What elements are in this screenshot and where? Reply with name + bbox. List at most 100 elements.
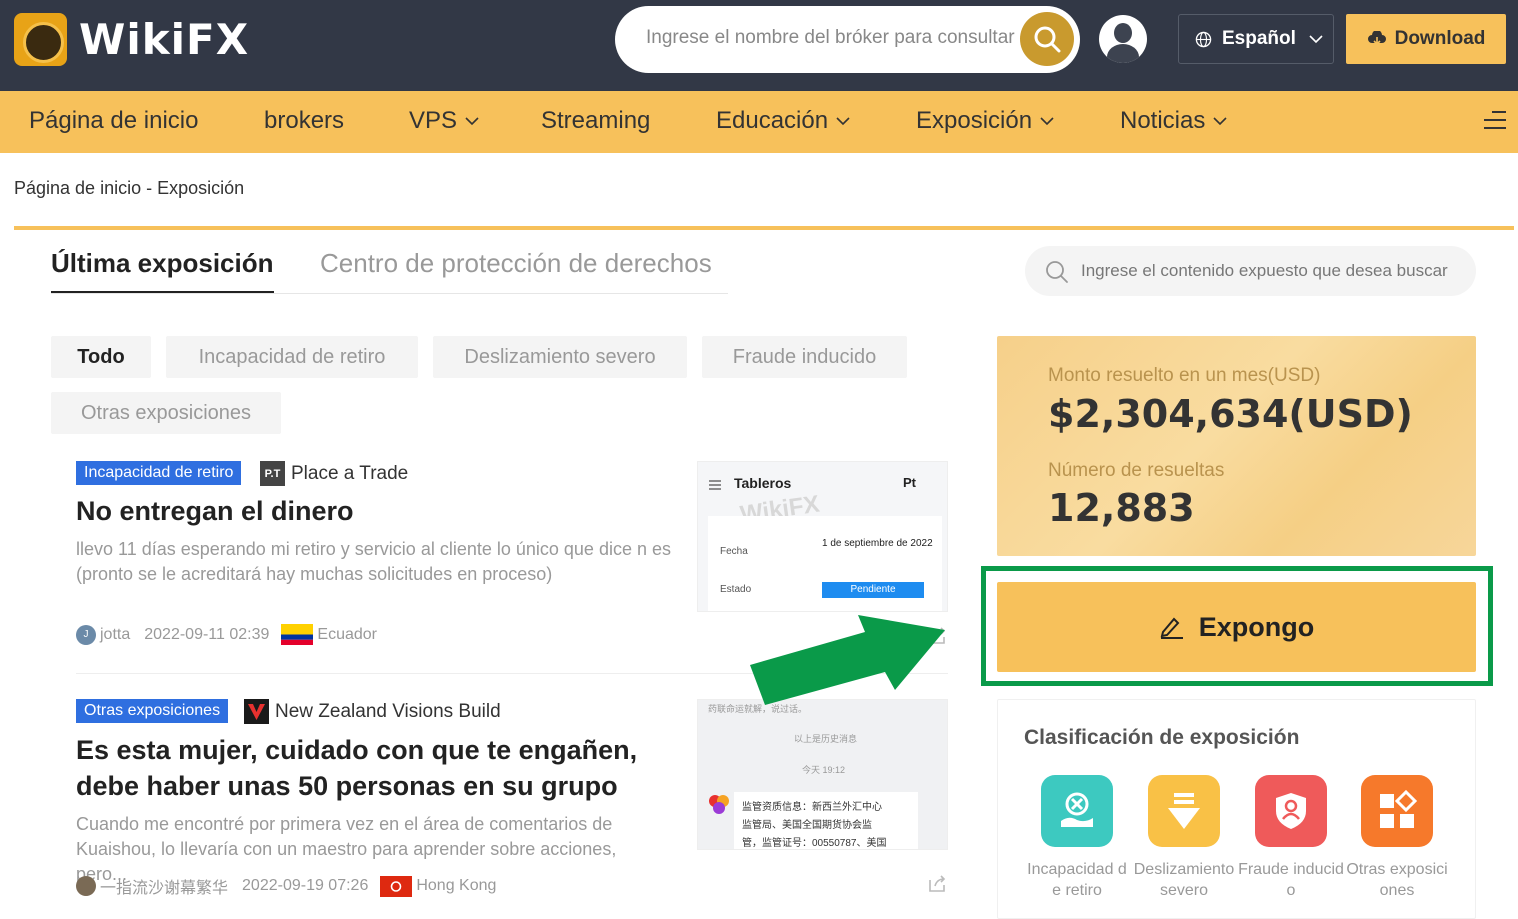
broker-name: Place a Trade bbox=[291, 462, 409, 484]
amount-label: Monto resuelto en un mes(USD) bbox=[1048, 365, 1321, 386]
chevron-down-icon bbox=[836, 116, 850, 125]
thumb-message-bubble: 监管资质信息：新西兰外汇中心 监管局、美国全国期货协会监 管，监管证号：0055… bbox=[734, 792, 918, 849]
count-label: Número de resueltas bbox=[1048, 460, 1225, 481]
evidence-thumbnail[interactable]: Tableros Pt WikiFX Fecha 1 de septiembre… bbox=[697, 461, 948, 612]
download-label: Download bbox=[1394, 28, 1486, 49]
broker-tag[interactable]: P.T Place a Trade bbox=[260, 461, 408, 486]
expose-button[interactable]: Expongo bbox=[997, 582, 1476, 672]
nav-education[interactable]: Educación bbox=[716, 107, 850, 135]
category-badge: Incapacidad de retiro bbox=[76, 461, 242, 485]
user-name: jotta bbox=[100, 625, 131, 643]
language-select[interactable]: Español bbox=[1178, 14, 1334, 64]
resolution-stats-card: Monto resuelto en un mes(USD) $2,304,634… bbox=[997, 336, 1476, 556]
nav-vps-label: VPS bbox=[409, 107, 458, 134]
exposure-card[interactable]: Otras exposiciones New Zealand Visions B… bbox=[76, 699, 948, 909]
category-other[interactable]: Otras exposiciones bbox=[1344, 775, 1450, 901]
country: Hong Kong bbox=[416, 877, 497, 894]
wikifx-logo[interactable]: WikiFX bbox=[14, 13, 249, 66]
tab-rights-protection[interactable]: Centro de protección de derechos bbox=[320, 248, 712, 279]
user-avatar[interactable] bbox=[1099, 15, 1147, 63]
filter-slippage[interactable]: Deslizamiento severo bbox=[433, 336, 687, 378]
exposure-title[interactable]: No entregan el dinero bbox=[76, 493, 676, 529]
broker-logo: P.T bbox=[260, 461, 285, 486]
chevron-down-icon bbox=[1213, 116, 1227, 125]
category-label: Deslizamiento severo bbox=[1133, 861, 1235, 899]
category-badge: Otras exposiciones bbox=[76, 699, 229, 723]
chevron-down-icon bbox=[1309, 35, 1323, 44]
thumb-text-line: 监管局、美国全国期货协会监 bbox=[742, 820, 872, 831]
user-avatar bbox=[76, 876, 96, 896]
search-button[interactable] bbox=[1020, 12, 1074, 66]
language-label: Español bbox=[1222, 28, 1296, 49]
exposure-meta: 一指流沙谢幕繁华 2022-09-19 07:26 Hong Kong bbox=[76, 874, 496, 898]
nav-education-label: Educación bbox=[716, 107, 829, 134]
category-label: Fraude inducido bbox=[1238, 861, 1344, 899]
exposure-classification: Clasificación de exposición Incapacidad … bbox=[997, 699, 1476, 919]
broker-search-input[interactable]: Ingrese el nombre del bróker para consul… bbox=[646, 27, 1018, 49]
menu-icon[interactable] bbox=[1484, 111, 1506, 131]
brand-name: WikiFX bbox=[79, 15, 250, 64]
category-slippage[interactable]: Deslizamiento severo bbox=[1131, 775, 1237, 901]
nav-brokers-label: brokers bbox=[264, 107, 345, 134]
thumb-row1-value: 1 de septiembre de 2022 bbox=[822, 538, 933, 549]
nav-streaming[interactable]: Streaming bbox=[541, 107, 650, 135]
main-nav: Página de inicio brokers VPS Streaming E… bbox=[0, 91, 1518, 153]
share-icon[interactable] bbox=[926, 873, 948, 895]
thumb-text-line: 以上是历史消息 bbox=[794, 734, 858, 744]
arrow-down-icon bbox=[1148, 775, 1220, 847]
grid-icon bbox=[1361, 775, 1433, 847]
hong-kong-flag-icon bbox=[380, 875, 413, 897]
thumb-row1-label: Fecha bbox=[720, 546, 748, 557]
search-icon bbox=[1046, 261, 1068, 283]
broker-search-box[interactable]: Ingrese el nombre del bróker para consul… bbox=[615, 6, 1080, 73]
nav-exposure-label: Exposición bbox=[916, 107, 1033, 134]
ecuador-flag-icon bbox=[281, 624, 314, 645]
nav-streaming-label: Streaming bbox=[541, 107, 651, 134]
evidence-thumbnail[interactable]: 药联命运就解，说过话。 以上是历史消息 今天 19:12 监管资质信息：新西兰外… bbox=[697, 699, 948, 850]
thumb-text-line: 今天 19:12 bbox=[802, 765, 846, 775]
chevron-down-icon bbox=[1040, 116, 1054, 125]
eagle-logo-icon bbox=[14, 13, 67, 66]
nav-news[interactable]: Noticias bbox=[1120, 107, 1227, 135]
nav-exposure[interactable]: Exposición bbox=[916, 107, 1054, 135]
download-button[interactable]: Download bbox=[1346, 14, 1506, 64]
exposure-title[interactable]: Es esta mujer, cuidado con que te engañe… bbox=[76, 732, 676, 804]
breadcrumb[interactable]: Página de inicio - Exposición bbox=[14, 178, 244, 199]
exposure-search-input[interactable]: Ingrese el contenido expuesto que desea … bbox=[1081, 261, 1461, 281]
exposure-search-box[interactable]: Ingrese el contenido expuesto que desea … bbox=[1025, 246, 1476, 296]
nav-vps[interactable]: VPS bbox=[409, 107, 479, 135]
tabs-underline bbox=[51, 293, 728, 294]
category-fraud[interactable]: Fraude inducido bbox=[1238, 775, 1344, 901]
country: Ecuador bbox=[317, 625, 377, 643]
broker-name: New Zealand Visions Build bbox=[275, 700, 501, 722]
category-withdrawal[interactable]: Incapacidad de retiro bbox=[1024, 775, 1130, 901]
filter-all[interactable]: Todo bbox=[51, 336, 151, 378]
chevron-down-icon bbox=[465, 116, 479, 125]
tab-latest-exposure[interactable]: Última exposición bbox=[51, 248, 274, 293]
search-icon bbox=[1034, 26, 1061, 53]
nav-news-label: Noticias bbox=[1120, 107, 1206, 134]
filter-fraud[interactable]: Fraude inducido bbox=[702, 336, 907, 378]
flower-logo-icon bbox=[709, 795, 729, 814]
amount-value: $2,304,634(USD) bbox=[1048, 392, 1413, 436]
thumb-text-line: 监管资质信息：新西兰外汇中心 bbox=[742, 802, 882, 813]
thumb-row2-label: Estado bbox=[720, 584, 752, 595]
thumb-heading: Tableros bbox=[734, 475, 792, 491]
section-divider bbox=[14, 226, 1514, 230]
filter-withdrawal[interactable]: Incapacidad de retiro bbox=[166, 336, 418, 378]
top-bar: WikiFX Ingrese el nombre del bróker para… bbox=[0, 0, 1518, 91]
list-icon bbox=[709, 480, 721, 490]
thumb-panel: Fecha 1 de septiembre de 2022 Estado Pen… bbox=[708, 516, 942, 611]
category-label: Otras exposiciones bbox=[1346, 861, 1448, 899]
hand-x-icon bbox=[1041, 775, 1113, 847]
broker-tag[interactable]: New Zealand Visions Build bbox=[244, 699, 501, 724]
exposure-description: llevo 11 días esperando mi retiro y serv… bbox=[76, 539, 671, 584]
filter-other[interactable]: Otras exposiciones bbox=[51, 392, 281, 434]
green-arrow-annotation bbox=[750, 615, 945, 705]
user-name: 一指流沙谢幕繁华 bbox=[100, 880, 229, 897]
count-value: 12,883 bbox=[1048, 486, 1195, 530]
nav-home[interactable]: Página de inicio bbox=[29, 107, 198, 135]
user-avatar: J bbox=[76, 624, 96, 645]
post-date: 2022-09-11 02:39 bbox=[144, 625, 270, 643]
nav-brokers[interactable]: brokers bbox=[264, 107, 344, 135]
